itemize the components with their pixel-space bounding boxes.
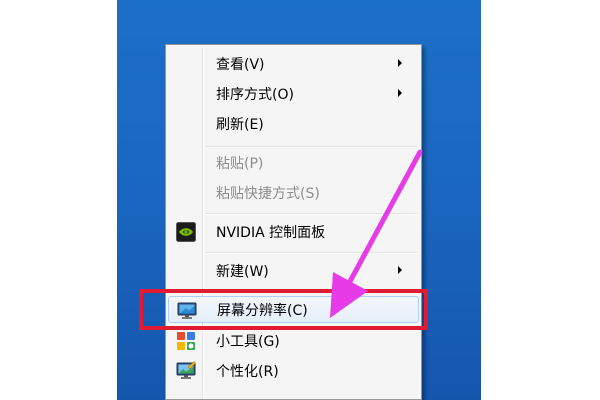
submenu-arrow-icon xyxy=(398,266,402,274)
menu-item-label: 新建(W) xyxy=(216,263,269,280)
menu-separator xyxy=(206,213,417,215)
menu-item-refresh[interactable]: 刷新(E) xyxy=(168,110,419,137)
annotation-red-highlight-box xyxy=(139,289,428,330)
submenu-arrow-icon xyxy=(398,89,402,97)
menu-item-view[interactable]: 查看(V) xyxy=(168,50,419,77)
menu-item-label: 排序方式(O) xyxy=(216,86,294,103)
menu-item-personalize[interactable]: 个性化(R) xyxy=(168,357,419,384)
nvidia-icon xyxy=(176,222,196,242)
menu-item-label: 粘贴快捷方式(S) xyxy=(216,185,320,202)
menu-item-label: 粘贴(P) xyxy=(216,155,264,172)
menu-separator xyxy=(206,146,417,148)
menu-item-label: 小工具(G) xyxy=(216,333,280,350)
menu-item-sort-by[interactable]: 排序方式(O) xyxy=(168,80,419,107)
menu-item-paste-shortcut: 粘贴快捷方式(S) xyxy=(168,179,419,206)
menu-item-label: NVIDIA 控制面板 xyxy=(216,224,326,241)
menu-item-nvidia-control-panel[interactable]: NVIDIA 控制面板 xyxy=(168,218,419,245)
menu-item-label: 刷新(E) xyxy=(216,116,264,133)
personalize-icon xyxy=(176,361,196,381)
desktop-context-menu: 查看(V) 排序方式(O) 刷新(E) 粘贴(P) 粘贴快捷方式(S) NVID… xyxy=(165,44,422,400)
menu-item-gadgets[interactable]: 小工具(G) xyxy=(168,327,419,354)
submenu-arrow-icon xyxy=(398,59,402,67)
menu-item-paste: 粘贴(P) xyxy=(168,149,419,176)
gadgets-icon xyxy=(176,331,196,351)
menu-item-label: 查看(V) xyxy=(216,56,265,73)
menu-item-new[interactable]: 新建(W) xyxy=(168,257,419,284)
menu-separator xyxy=(206,252,417,254)
menu-item-label: 个性化(R) xyxy=(216,363,279,380)
